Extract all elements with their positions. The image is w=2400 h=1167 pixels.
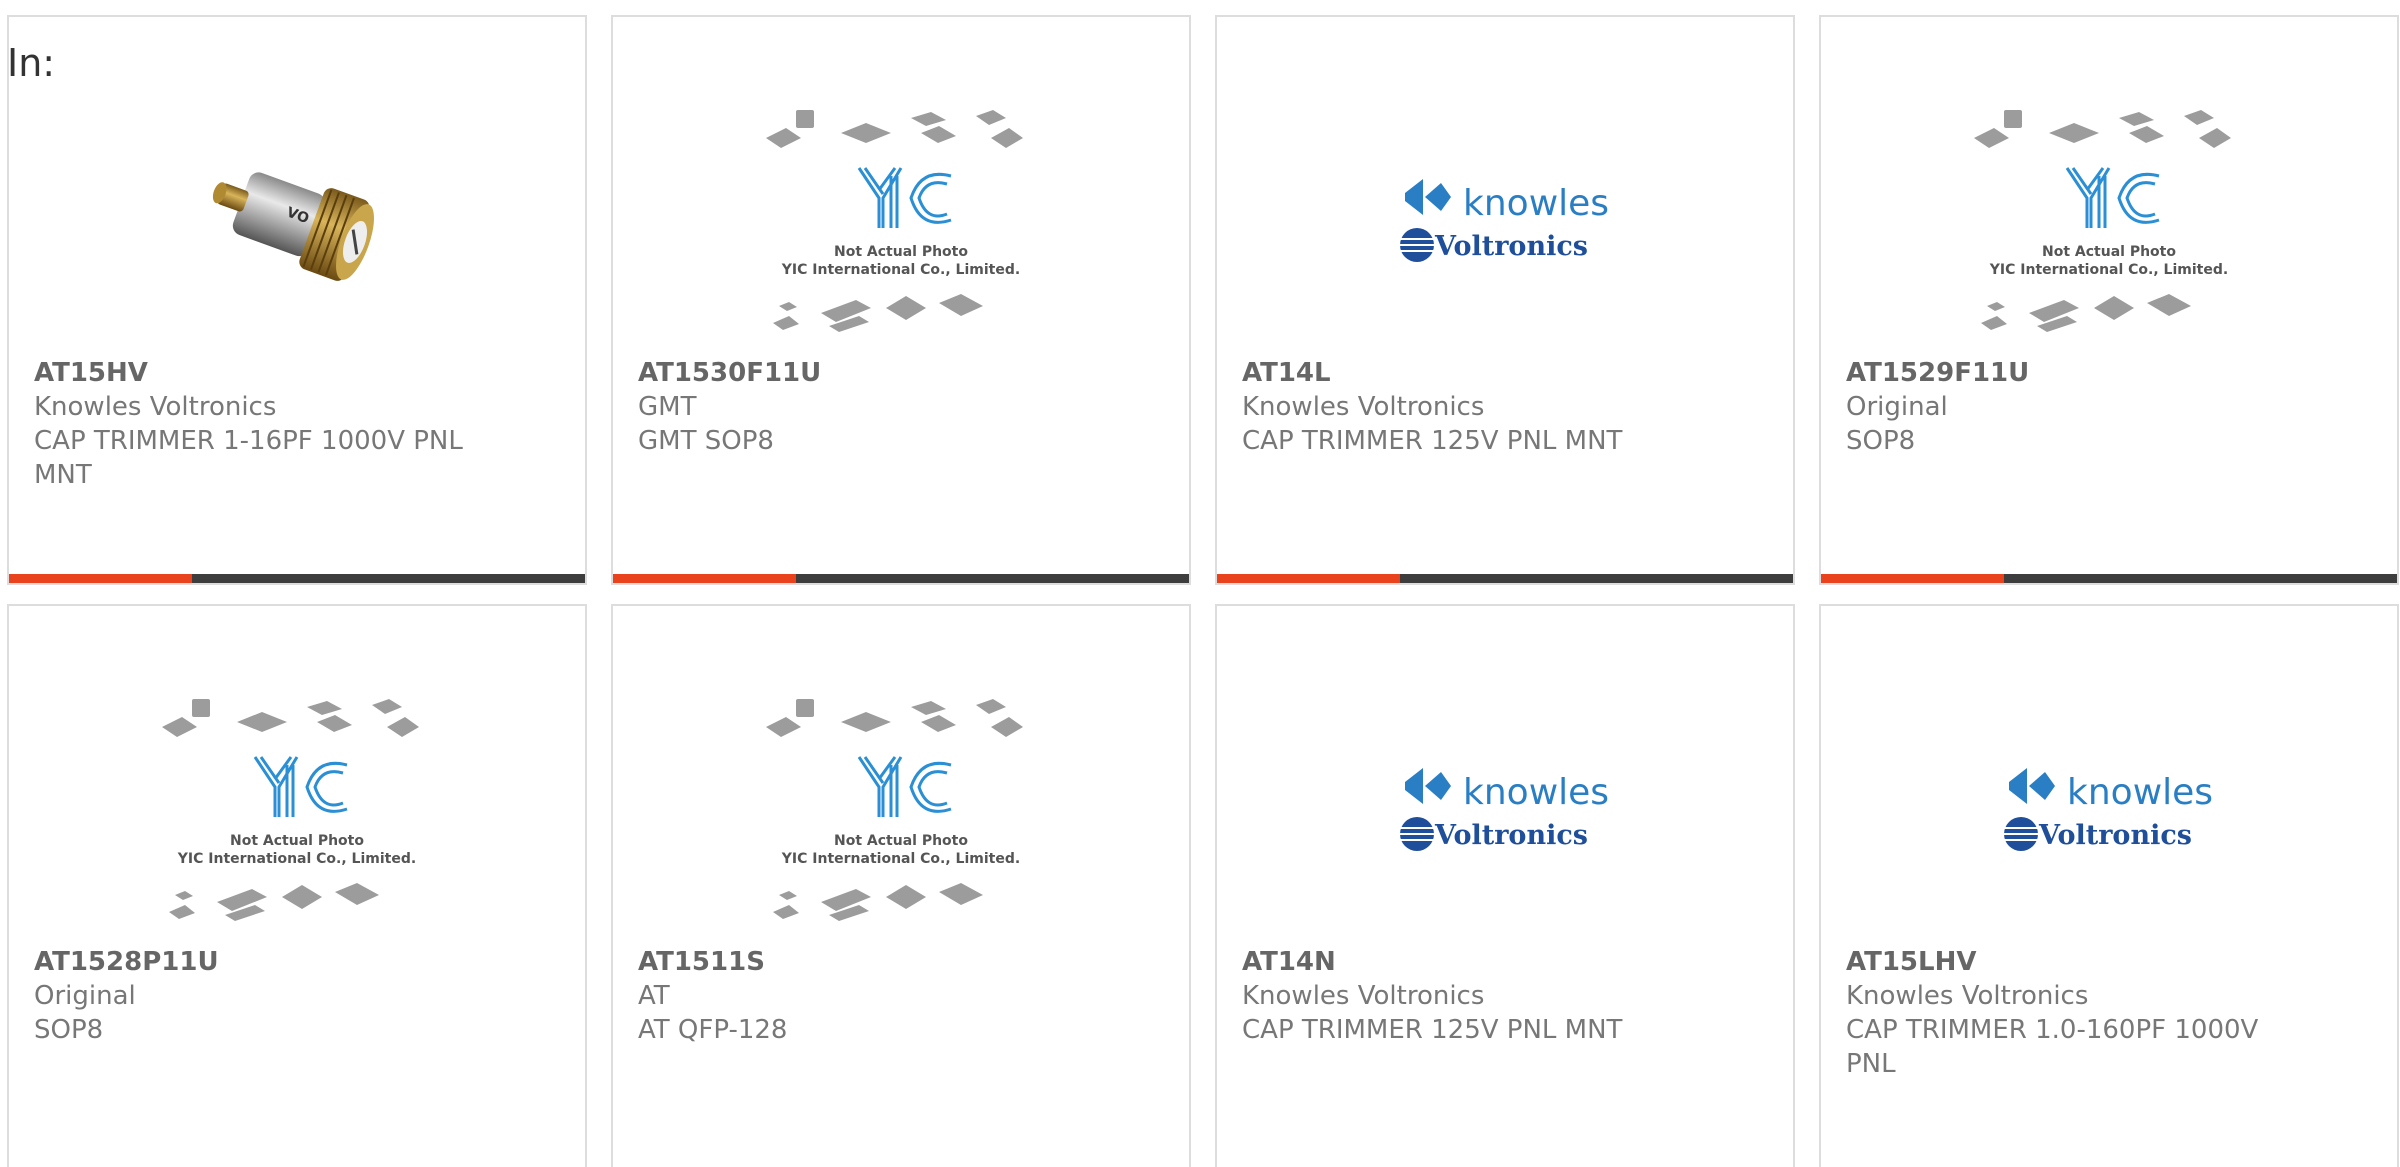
in-label: In: <box>7 41 56 85</box>
part-number[interactable]: AT15LHV <box>1846 945 2286 979</box>
part-number[interactable]: AT1511S <box>638 945 1078 979</box>
product-card[interactable]: Not Actual Photo YIC International Co., … <box>7 604 587 1167</box>
card-bottom-bar <box>1217 574 1793 583</box>
product-info: AT1528P11U Original SOP8 <box>34 945 474 1047</box>
knowles-voltronics-logo-icon: knowles Voltronics <box>1400 768 1609 851</box>
knowles-wordmark: knowles <box>1463 183 1609 224</box>
card-accent <box>1821 574 2004 583</box>
description: CAP TRIMMER 1.0-160PF 1000V PNL <box>1846 1015 2259 1079</box>
yic-placeholder-icon: Not Actual Photo YIC International Co., … <box>766 110 1023 332</box>
product-info: AT1529F11U Original SOP8 <box>1846 356 2286 458</box>
product-card[interactable]: knowles Voltronics AT15LHV Knowles Voltr… <box>1819 604 2399 1167</box>
yic-placeholder-icon: Not Actual Photo YIC International Co., … <box>766 699 1023 921</box>
yic-placeholder-icon: Not Actual Photo YIC International Co., … <box>162 699 419 921</box>
product-image[interactable]: Not Actual Photo YIC International Co., … <box>613 672 1189 952</box>
yic-notice-line1: Not Actual Photo <box>230 833 364 849</box>
product-info: AT14L Knowles Voltronics CAP TRIMMER 125… <box>1242 356 1682 458</box>
knowles-wordmark: knowles <box>2067 772 2213 813</box>
part-number[interactable]: AT1528P11U <box>34 945 474 979</box>
product-card[interactable]: VO AT15HV Knowles Voltronics CAP TRIMMER… <box>7 15 587 585</box>
card-accent <box>1217 574 1400 583</box>
manufacturer: Original <box>1846 392 1948 422</box>
product-info: AT1511S AT AT QFP-128 <box>638 945 1078 1047</box>
voltronics-wordmark: Voltronics <box>1434 820 1588 851</box>
product-card[interactable]: Not Actual Photo YIC International Co., … <box>611 604 1191 1167</box>
part-number[interactable]: AT14N <box>1242 945 1682 979</box>
product-image[interactable]: knowles Voltronics <box>1217 672 1793 952</box>
manufacturer: GMT <box>638 392 697 422</box>
description: CAP TRIMMER 1-16PF 1000V PNL MNT <box>34 426 463 490</box>
knowles-voltronics-logo-icon: knowles Voltronics <box>2004 768 2213 851</box>
card-accent <box>613 574 796 583</box>
yic-notice-line2: YIC International Co., Limited. <box>781 262 1020 278</box>
description: CAP TRIMMER 125V PNL MNT <box>1242 1015 1623 1045</box>
product-image[interactable]: knowles Voltronics <box>1217 83 1793 363</box>
part-number[interactable]: AT14L <box>1242 356 1682 390</box>
product-card[interactable]: knowles Voltronics AT14L Knowles Voltron… <box>1215 15 1795 585</box>
product-card[interactable]: Not Actual Photo YIC International Co., … <box>1819 15 2399 585</box>
description: SOP8 <box>1846 426 1916 456</box>
product-grid-page: In: VO AT15HV Knowles Voltronics CAP TRI… <box>0 0 2400 1167</box>
product-info: AT14N Knowles Voltronics CAP TRIMMER 125… <box>1242 945 1682 1047</box>
product-image[interactable]: knowles Voltronics <box>1821 672 2397 952</box>
card-accent <box>9 574 192 583</box>
knowles-voltronics-logo-icon: knowles Voltronics <box>1400 179 1609 262</box>
product-card[interactable]: Not Actual Photo YIC International Co., … <box>611 15 1191 585</box>
description: GMT SOP8 <box>638 426 774 456</box>
yic-notice-line1: Not Actual Photo <box>2042 244 2176 260</box>
product-image[interactable]: Not Actual Photo YIC International Co., … <box>613 83 1189 363</box>
product-info: AT1530F11U GMT GMT SOP8 <box>638 356 1078 458</box>
part-number[interactable]: AT1530F11U <box>638 356 1078 390</box>
description: CAP TRIMMER 125V PNL MNT <box>1242 426 1623 456</box>
yic-notice-line1: Not Actual Photo <box>834 244 968 260</box>
product-image[interactable]: VO <box>9 83 585 363</box>
manufacturer: AT <box>638 981 670 1011</box>
manufacturer: Knowles Voltronics <box>1846 981 2089 1011</box>
description: AT QFP-128 <box>638 1015 788 1045</box>
part-number[interactable]: AT1529F11U <box>1846 356 2286 390</box>
part-number[interactable]: AT15HV <box>34 356 474 390</box>
knowles-wordmark: knowles <box>1463 772 1609 813</box>
card-bottom-bar <box>1821 574 2397 583</box>
voltronics-wordmark: Voltronics <box>1434 231 1588 262</box>
product-image[interactable]: Not Actual Photo YIC International Co., … <box>1821 83 2397 363</box>
manufacturer: Knowles Voltronics <box>1242 392 1485 422</box>
product-image[interactable]: Not Actual Photo YIC International Co., … <box>9 672 585 952</box>
product-card[interactable]: knowles Voltronics AT14N Knowles Voltron… <box>1215 604 1795 1167</box>
manufacturer: Original <box>34 981 136 1011</box>
yic-notice-line2: YIC International Co., Limited. <box>177 851 416 867</box>
yic-placeholder-icon: Not Actual Photo YIC International Co., … <box>1974 110 2231 332</box>
product-info: AT15LHV Knowles Voltronics CAP TRIMMER 1… <box>1846 945 2286 1081</box>
manufacturer: Knowles Voltronics <box>34 392 277 422</box>
yic-notice-line2: YIC International Co., Limited. <box>1989 262 2228 278</box>
yic-notice-line1: Not Actual Photo <box>834 833 968 849</box>
trimmer-capacitor-photo-icon: VO <box>212 172 374 281</box>
manufacturer: Knowles Voltronics <box>1242 981 1485 1011</box>
product-info: AT15HV Knowles Voltronics CAP TRIMMER 1-… <box>34 356 474 492</box>
card-bottom-bar <box>613 574 1189 583</box>
voltronics-wordmark: Voltronics <box>2038 820 2192 851</box>
yic-notice-line2: YIC International Co., Limited. <box>781 851 1020 867</box>
description: SOP8 <box>34 1015 104 1045</box>
card-bottom-bar <box>9 574 585 583</box>
